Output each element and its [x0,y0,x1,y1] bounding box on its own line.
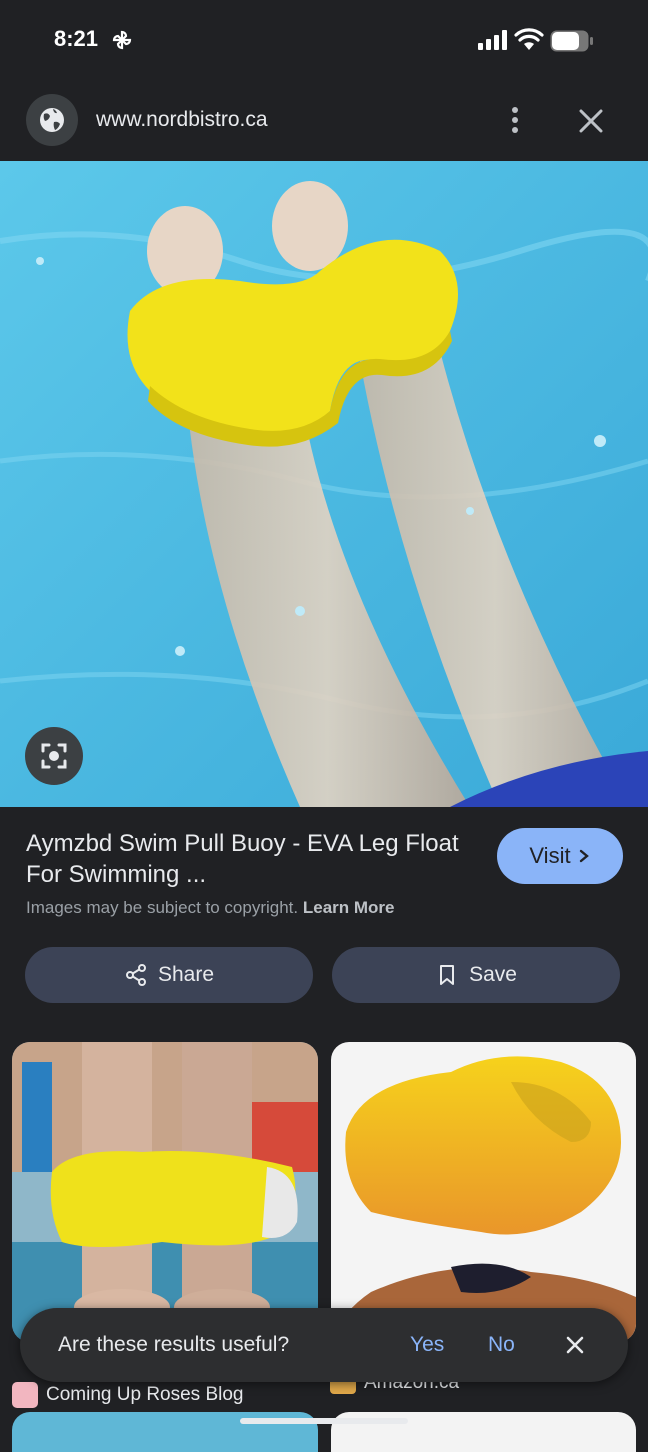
browser-bar: www.nordbistro.ca [0,80,648,160]
share-label: Share [157,963,215,986]
share-button[interactable]: Share [25,947,313,1003]
battery-icon [550,30,593,52]
close-icon[interactable] [574,104,608,138]
globe-icon [40,108,64,132]
feedback-yes-button[interactable]: Yes [410,1333,444,1357]
feedback-toast: Are these results useful? Yes No [20,1308,628,1382]
visit-button[interactable]: Visit [497,828,623,884]
visit-label: Visit [529,843,571,868]
share-icon [125,964,146,986]
lens-button[interactable] [25,727,83,785]
feedback-question: Are these results useful? [58,1333,290,1356]
lens-icon [41,743,67,769]
phone-screen: 8:21 www.nordbistro.ca Aymzbd Swim Pull … [0,0,648,1452]
related-photo-2 [331,1042,636,1342]
site-info-button[interactable] [26,94,78,146]
copyright-text: Images may be subject to copyright. [26,898,299,917]
result-image[interactable] [0,161,648,807]
pinwheel-icon [112,30,132,50]
close-icon[interactable] [562,1332,588,1358]
chevron-right-icon [579,849,589,863]
favicon-icon [12,1382,38,1408]
pull-buoy-photo [0,161,648,807]
save-button[interactable]: Save [332,947,620,1003]
copyright-notice: Images may be subject to copyright. Lear… [26,898,395,918]
related-source-1[interactable]: Coming Up Roses Blog [12,1382,243,1408]
related-source-1-label: Coming Up Roses Blog [46,1384,244,1405]
signal-icon [478,30,507,50]
feedback-no-button[interactable]: No [488,1333,515,1357]
status-time: 8:21 [54,26,99,51]
related-image-1[interactable] [12,1042,318,1342]
url-text[interactable]: www.nordbistro.ca [96,108,268,132]
save-label: Save [469,963,517,986]
related-image-2[interactable] [331,1042,636,1342]
wifi-icon [514,28,544,50]
more-vert-icon[interactable] [500,102,530,138]
home-indicator[interactable] [240,1418,408,1424]
bookmark-icon [440,965,455,985]
learn-more-link[interactable]: Learn More [303,898,395,917]
related-photo-1 [12,1042,318,1342]
status-bar: 8:21 [0,0,648,80]
result-title[interactable]: Aymzbd Swim Pull Buoy - EVA Leg Float Fo… [26,828,466,890]
